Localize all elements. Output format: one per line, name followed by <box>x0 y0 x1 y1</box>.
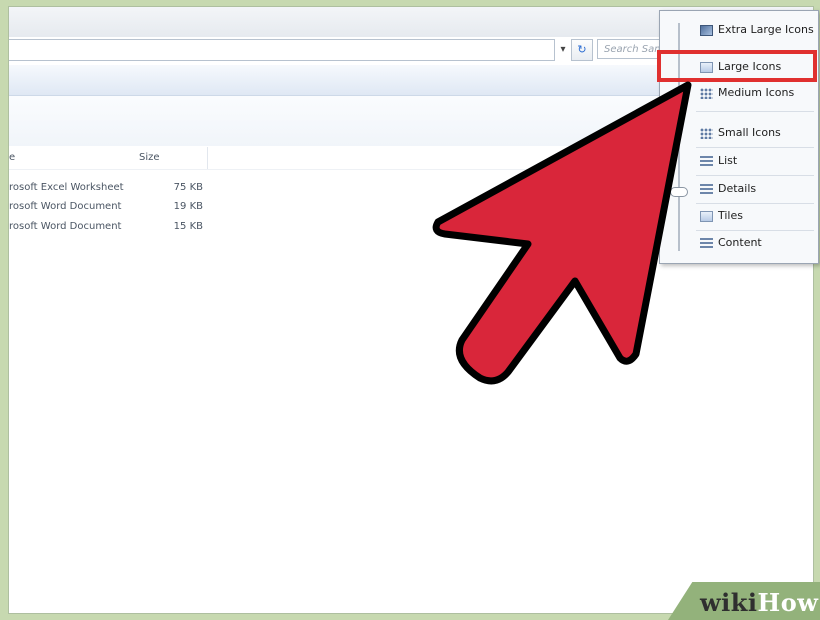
wikihow-logo-part1: wiki <box>700 588 758 617</box>
menu-item-details[interactable]: Details <box>700 178 814 200</box>
menu-item-small-icons[interactable]: Small Icons <box>700 122 814 144</box>
menu-item-tiles[interactable]: Tiles <box>700 205 814 227</box>
small-icons-icon <box>700 127 713 139</box>
file-row[interactable]: rosoft Excel Worksheet 75 KB <box>9 179 209 197</box>
extra-large-icons-icon <box>700 24 713 36</box>
menu-item-label: Content <box>718 236 762 249</box>
address-bar[interactable] <box>9 39 555 61</box>
file-type: rosoft Word Document <box>9 221 122 232</box>
highlight-box <box>657 50 817 82</box>
menu-divider <box>696 175 814 176</box>
refresh-icon: ↻ <box>577 43 587 56</box>
file-size: 19 KB <box>173 201 203 212</box>
column-header-name[interactable]: e <box>9 152 15 163</box>
menu-divider <box>696 203 814 204</box>
menu-item-label: List <box>718 154 738 167</box>
menu-divider <box>696 111 814 112</box>
file-type: rosoft Word Document <box>9 201 122 212</box>
menu-divider <box>696 147 814 148</box>
medium-icons-icon <box>700 87 713 99</box>
view-slider-thumb[interactable] <box>670 187 688 197</box>
address-dropdown-icon[interactable]: ▾ <box>557 40 569 60</box>
file-row[interactable]: rosoft Word Document 19 KB <box>9 198 209 216</box>
details-icon <box>700 183 713 195</box>
menu-item-label: Tiles <box>718 209 743 222</box>
menu-item-content[interactable]: Content <box>700 232 814 254</box>
content-icon <box>700 237 713 249</box>
file-row[interactable]: rosoft Word Document 15 KB <box>9 218 209 236</box>
menu-item-label: Details <box>718 182 757 195</box>
wikihow-logo: wikiHow <box>700 588 818 617</box>
wikihow-logo-part2: How <box>757 588 819 617</box>
file-size: 15 KB <box>173 221 203 232</box>
menu-item-label: Small Icons <box>718 126 781 139</box>
menu-divider <box>696 230 814 231</box>
menu-item-medium-icons[interactable]: Medium Icons <box>700 82 814 104</box>
menu-item-label: Medium Icons <box>718 86 795 99</box>
list-icon <box>700 155 713 167</box>
menu-item-extra-large-icons[interactable]: Extra Large Icons <box>700 19 814 41</box>
file-size: 75 KB <box>173 182 203 193</box>
tiles-icon <box>700 210 713 222</box>
refresh-button[interactable]: ↻ <box>571 39 593 61</box>
file-type: rosoft Excel Worksheet <box>9 182 124 193</box>
column-header-size[interactable]: Size <box>139 152 160 163</box>
menu-item-label: Extra Large Icons <box>718 23 814 36</box>
menu-item-list[interactable]: List <box>700 150 814 172</box>
view-menu: Extra Large Icons Large Icons Medium Ico… <box>659 10 819 264</box>
column-separator[interactable] <box>207 147 208 169</box>
